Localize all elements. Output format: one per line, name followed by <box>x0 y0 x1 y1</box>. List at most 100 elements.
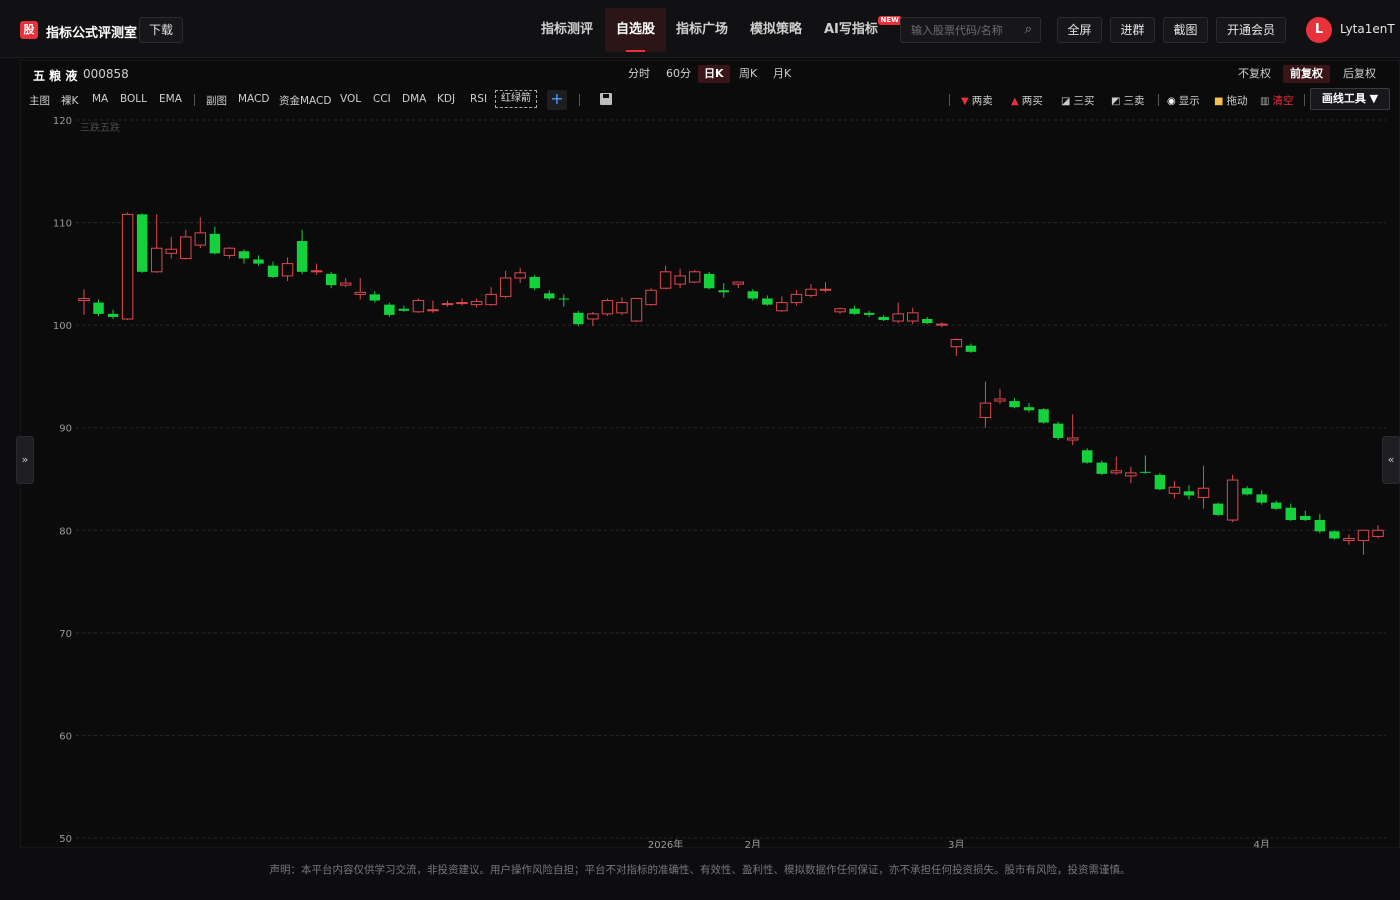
candle[interactable] <box>165 236 177 259</box>
candle[interactable] <box>1154 472 1166 491</box>
candle[interactable] <box>645 288 657 306</box>
candle[interactable] <box>762 295 773 306</box>
indicator-bare-k[interactable]: 裸K <box>61 93 78 108</box>
candle[interactable] <box>1343 534 1355 545</box>
indicator-vol[interactable]: VOL <box>340 93 361 105</box>
candle[interactable] <box>1110 456 1123 475</box>
candle[interactable] <box>296 229 308 274</box>
candle[interactable] <box>587 311 599 327</box>
two-sell-tool[interactable]: ▼ 两卖 <box>961 93 993 108</box>
candle[interactable] <box>849 305 860 315</box>
candle[interactable] <box>718 283 729 298</box>
candle[interactable] <box>325 271 337 289</box>
candle[interactable] <box>310 263 323 275</box>
username[interactable]: Lyta1enT <box>1340 22 1395 36</box>
search-input[interactable] <box>901 18 1019 42</box>
candle[interactable] <box>1329 530 1340 540</box>
candle[interactable] <box>1168 481 1181 499</box>
show-toggle[interactable]: ◉ 显示 <box>1167 93 1200 108</box>
adjust-none[interactable]: 不复权 <box>1231 65 1278 83</box>
candle[interactable] <box>674 268 686 289</box>
candle[interactable] <box>936 322 948 328</box>
join-group-button[interactable]: 进群 <box>1110 17 1155 43</box>
candle[interactable] <box>485 287 497 306</box>
period-60min[interactable]: 60分 <box>660 65 697 83</box>
candle[interactable] <box>790 290 803 306</box>
indicator-ma[interactable]: MA <box>92 93 108 105</box>
nav-ai-write-indicator[interactable]: AI写指标 NEW <box>813 8 902 52</box>
candle[interactable] <box>1066 414 1079 446</box>
candle[interactable] <box>78 289 90 315</box>
candle[interactable] <box>209 226 221 255</box>
candle[interactable] <box>1096 460 1107 475</box>
candle[interactable] <box>703 271 715 290</box>
candle[interactable] <box>1256 490 1267 505</box>
candle[interactable] <box>1300 510 1311 522</box>
indicator-boll[interactable]: BOLL <box>120 93 147 105</box>
save-icon[interactable] <box>600 93 612 105</box>
candle[interactable] <box>1226 474 1239 523</box>
candle[interactable] <box>267 261 279 278</box>
candle[interactable] <box>994 388 1006 405</box>
candle[interactable] <box>979 381 992 428</box>
indicator-fund-macd[interactable]: 资金MACD <box>279 93 331 108</box>
candle[interactable] <box>499 270 512 299</box>
candle[interactable] <box>819 282 832 293</box>
candle[interactable] <box>747 289 759 301</box>
period-monthly[interactable]: 月K <box>767 65 797 83</box>
candle[interactable] <box>544 290 555 301</box>
candle[interactable] <box>863 310 875 317</box>
indicator-dma[interactable]: DMA <box>402 93 426 105</box>
indicator-ema[interactable]: EMA <box>159 93 182 105</box>
expand-right-panel-button[interactable]: « <box>1382 436 1400 484</box>
nav-indicator-review[interactable]: 指标测评 <box>530 8 604 52</box>
drawing-tools-dropdown[interactable]: 画线工具 ▼ <box>1310 88 1390 110</box>
stock-search[interactable]: ⌕ <box>900 17 1041 43</box>
candle[interactable] <box>412 298 425 313</box>
nav-simulated-strategy[interactable]: 模拟策略 <box>739 8 813 52</box>
candle[interactable] <box>834 307 846 314</box>
three-sell-tool[interactable]: ◩ 三卖 <box>1111 93 1144 108</box>
two-buy-tool[interactable]: ▲ 两买 <box>1011 93 1043 108</box>
candle[interactable] <box>194 217 207 249</box>
indicator-sub-chart[interactable]: 副图 <box>206 93 227 108</box>
candle[interactable] <box>1052 421 1064 441</box>
nav-indicator-square[interactable]: 指标广场 <box>665 8 739 52</box>
candle[interactable] <box>1197 465 1210 509</box>
candle[interactable] <box>1270 500 1282 510</box>
candle[interactable] <box>1038 408 1049 424</box>
candle[interactable] <box>965 343 977 353</box>
candle[interactable] <box>180 229 192 260</box>
candle[interactable] <box>922 316 933 325</box>
fullscreen-button[interactable]: 全屏 <box>1057 17 1102 43</box>
candle[interactable] <box>223 247 236 259</box>
candle[interactable] <box>339 277 352 288</box>
candle[interactable] <box>121 212 134 321</box>
screenshot-button[interactable]: 截图 <box>1163 17 1208 43</box>
candle[interactable] <box>1140 455 1151 474</box>
candle[interactable] <box>427 300 439 313</box>
candle[interactable] <box>950 338 963 356</box>
candle[interactable] <box>136 213 148 273</box>
candle[interactable] <box>659 265 672 290</box>
candle[interactable] <box>601 298 614 316</box>
candle[interactable] <box>107 309 119 319</box>
period-daily[interactable]: 日K <box>698 65 730 83</box>
candle[interactable] <box>398 305 410 312</box>
indicator-main-chart[interactable]: 主图 <box>29 93 50 108</box>
candle[interactable] <box>558 294 570 307</box>
candle[interactable] <box>456 298 468 306</box>
candle[interactable] <box>892 302 904 324</box>
candle[interactable] <box>616 297 628 315</box>
candle[interactable] <box>573 310 584 327</box>
candle[interactable] <box>529 274 540 291</box>
candle[interactable] <box>1241 486 1253 496</box>
candle[interactable] <box>878 314 889 322</box>
candle[interactable] <box>1357 529 1370 555</box>
red-green-arrow-button[interactable]: 红绿箭 <box>495 90 537 108</box>
avatar[interactable]: L <box>1306 17 1332 43</box>
candle[interactable] <box>688 269 701 284</box>
candle[interactable] <box>1125 466 1137 484</box>
candle[interactable] <box>907 307 919 325</box>
add-indicator-button[interactable]: + <box>547 90 567 110</box>
